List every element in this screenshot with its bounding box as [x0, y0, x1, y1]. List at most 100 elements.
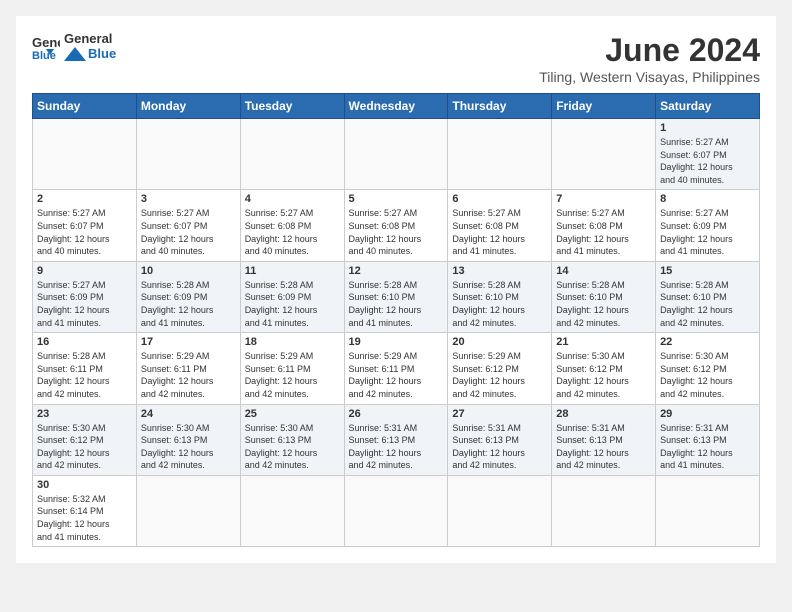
- day-info: Sunrise: 5:27 AM Sunset: 6:08 PM Dayligh…: [556, 207, 651, 257]
- day-number: 14: [556, 265, 651, 277]
- calendar-cell: 16 Sunrise: 5:28 AM Sunset: 6:11 PM Dayli…: [33, 333, 137, 404]
- weekday-header-saturday: Saturday: [656, 94, 760, 119]
- day-number: 10: [141, 265, 236, 277]
- day-info: Sunrise: 5:28 AM Sunset: 6:09 PM Dayligh…: [245, 279, 340, 329]
- weekday-header-wednesday: Wednesday: [344, 94, 448, 119]
- day-info: Sunrise: 5:27 AM Sunset: 6:07 PM Dayligh…: [660, 136, 755, 186]
- calendar-cell: 18 Sunrise: 5:29 AM Sunset: 6:11 PM Dayli…: [240, 333, 344, 404]
- day-info: Sunrise: 5:27 AM Sunset: 6:09 PM Dayligh…: [37, 279, 132, 329]
- day-number: 29: [660, 408, 755, 420]
- day-number: 3: [141, 193, 236, 205]
- day-number: 28: [556, 408, 651, 420]
- day-number: 7: [556, 193, 651, 205]
- day-number: 13: [452, 265, 547, 277]
- day-info: Sunrise: 5:27 AM Sunset: 6:09 PM Dayligh…: [660, 207, 755, 257]
- calendar-cell: 4Sunrise: 5:27 AM Sunset: 6:08 PM Daylig…: [240, 190, 344, 261]
- day-info: Sunrise: 5:30 AM Sunset: 6:12 PM Dayligh…: [556, 350, 651, 400]
- svg-text:Blue: Blue: [32, 50, 56, 61]
- calendar-cell: 26 Sunrise: 5:31 AM Sunset: 6:13 PM Dayli…: [344, 404, 448, 475]
- day-info: Sunrise: 5:30 AM Sunset: 6:13 PM Dayligh…: [141, 422, 236, 472]
- day-number: 9: [37, 265, 132, 277]
- day-info: Sunrise: 5:32 AM Sunset: 6:14 PM Dayligh…: [37, 493, 132, 543]
- calendar-title: June 2024: [539, 32, 760, 69]
- weekday-header-monday: Monday: [136, 94, 240, 119]
- day-number: 20: [452, 336, 547, 348]
- header: General Blue General Blue June 2024 Tili…: [32, 32, 760, 85]
- day-number: 23: [37, 408, 132, 420]
- day-number: 12: [349, 265, 444, 277]
- day-number: 1: [660, 122, 755, 134]
- day-number: 16: [37, 336, 132, 348]
- calendar-week-row-5: 23 Sunrise: 5:30 AM Sunset: 6:12 PM Dayli…: [33, 404, 760, 475]
- day-info: Sunrise: 5:28 AM Sunset: 6:10 PM Dayligh…: [660, 279, 755, 329]
- day-number: 24: [141, 408, 236, 420]
- day-info: Sunrise: 5:27 AM Sunset: 6:08 PM Dayligh…: [349, 207, 444, 257]
- day-info: Sunrise: 5:30 AM Sunset: 6:12 PM Dayligh…: [37, 422, 132, 472]
- calendar-cell: 1 Sunrise: 5:27 AM Sunset: 6:07 PM Daylig…: [656, 119, 760, 190]
- calendar-cell: [656, 475, 760, 546]
- calendar-week-row-4: 16 Sunrise: 5:28 AM Sunset: 6:11 PM Dayli…: [33, 333, 760, 404]
- calendar-cell: [344, 475, 448, 546]
- title-block: June 2024 Tiling, Western Visayas, Phili…: [539, 32, 760, 85]
- calendar-cell: [448, 475, 552, 546]
- weekday-header-tuesday: Tuesday: [240, 94, 344, 119]
- logo: General Blue General Blue: [32, 32, 116, 61]
- day-number: 30: [37, 479, 132, 491]
- calendar-cell: [448, 119, 552, 190]
- calendar-table: SundayMondayTuesdayWednesdayThursdayFrid…: [32, 93, 760, 547]
- weekday-header-row: SundayMondayTuesdayWednesdayThursdayFrid…: [33, 94, 760, 119]
- day-info: Sunrise: 5:28 AM Sunset: 6:10 PM Dayligh…: [556, 279, 651, 329]
- calendar-cell: [136, 475, 240, 546]
- day-number: 2: [37, 193, 132, 205]
- calendar-cell: 2 Sunrise: 5:27 AM Sunset: 6:07 PM Daylig…: [33, 190, 137, 261]
- calendar-cell: 17 Sunrise: 5:29 AM Sunset: 6:11 PM Dayli…: [136, 333, 240, 404]
- calendar-cell: 13Sunrise: 5:28 AM Sunset: 6:10 PM Dayli…: [448, 261, 552, 332]
- calendar-cell: 12 Sunrise: 5:28 AM Sunset: 6:10 PM Dayli…: [344, 261, 448, 332]
- day-number: 17: [141, 336, 236, 348]
- calendar-cell: 15Sunrise: 5:28 AM Sunset: 6:10 PM Dayli…: [656, 261, 760, 332]
- logo-general-text: General: [64, 32, 116, 46]
- day-number: 19: [349, 336, 444, 348]
- calendar-cell: 6Sunrise: 5:27 AM Sunset: 6:08 PM Daylig…: [448, 190, 552, 261]
- calendar-cell: [240, 475, 344, 546]
- day-number: 18: [245, 336, 340, 348]
- calendar-subtitle: Tiling, Western Visayas, Philippines: [539, 69, 760, 85]
- calendar-cell: 22 Sunrise: 5:30 AM Sunset: 6:12 PM Dayli…: [656, 333, 760, 404]
- weekday-header-thursday: Thursday: [448, 94, 552, 119]
- calendar-cell: [136, 119, 240, 190]
- day-info: Sunrise: 5:31 AM Sunset: 6:13 PM Dayligh…: [452, 422, 547, 472]
- day-number: 5: [349, 193, 444, 205]
- calendar-cell: [33, 119, 137, 190]
- svg-text:General: General: [32, 35, 60, 50]
- day-number: 26: [349, 408, 444, 420]
- day-number: 21: [556, 336, 651, 348]
- calendar-cell: 27Sunrise: 5:31 AM Sunset: 6:13 PM Dayli…: [448, 404, 552, 475]
- calendar-cell: 7 Sunrise: 5:27 AM Sunset: 6:08 PM Daylig…: [552, 190, 656, 261]
- calendar-week-row-1: 1 Sunrise: 5:27 AM Sunset: 6:07 PM Daylig…: [33, 119, 760, 190]
- day-number: 25: [245, 408, 340, 420]
- day-info: Sunrise: 5:27 AM Sunset: 6:08 PM Dayligh…: [245, 207, 340, 257]
- day-number: 8: [660, 193, 755, 205]
- day-info: Sunrise: 5:27 AM Sunset: 6:07 PM Dayligh…: [37, 207, 132, 257]
- calendar-cell: 8 Sunrise: 5:27 AM Sunset: 6:09 PM Daylig…: [656, 190, 760, 261]
- calendar-cell: 23 Sunrise: 5:30 AM Sunset: 6:12 PM Dayli…: [33, 404, 137, 475]
- day-info: Sunrise: 5:29 AM Sunset: 6:11 PM Dayligh…: [245, 350, 340, 400]
- calendar-cell: [344, 119, 448, 190]
- day-info: Sunrise: 5:28 AM Sunset: 6:10 PM Dayligh…: [349, 279, 444, 329]
- day-info: Sunrise: 5:31 AM Sunset: 6:13 PM Dayligh…: [660, 422, 755, 472]
- calendar-page: General Blue General Blue June 2024 Tili…: [16, 16, 776, 563]
- day-info: Sunrise: 5:28 AM Sunset: 6:09 PM Dayligh…: [141, 279, 236, 329]
- calendar-cell: 19Sunrise: 5:29 AM Sunset: 6:11 PM Dayli…: [344, 333, 448, 404]
- day-number: 22: [660, 336, 755, 348]
- day-info: Sunrise: 5:31 AM Sunset: 6:13 PM Dayligh…: [349, 422, 444, 472]
- weekday-header-sunday: Sunday: [33, 94, 137, 119]
- calendar-cell: 14 Sunrise: 5:28 AM Sunset: 6:10 PM Dayli…: [552, 261, 656, 332]
- day-info: Sunrise: 5:29 AM Sunset: 6:12 PM Dayligh…: [452, 350, 547, 400]
- day-number: 6: [452, 193, 547, 205]
- day-info: Sunrise: 5:29 AM Sunset: 6:11 PM Dayligh…: [141, 350, 236, 400]
- day-info: Sunrise: 5:28 AM Sunset: 6:11 PM Dayligh…: [37, 350, 132, 400]
- calendar-cell: [240, 119, 344, 190]
- calendar-cell: 3Sunrise: 5:27 AM Sunset: 6:07 PM Daylig…: [136, 190, 240, 261]
- day-info: Sunrise: 5:30 AM Sunset: 6:12 PM Dayligh…: [660, 350, 755, 400]
- calendar-week-row-6: 30 Sunrise: 5:32 AM Sunset: 6:14 PM Dayli…: [33, 475, 760, 546]
